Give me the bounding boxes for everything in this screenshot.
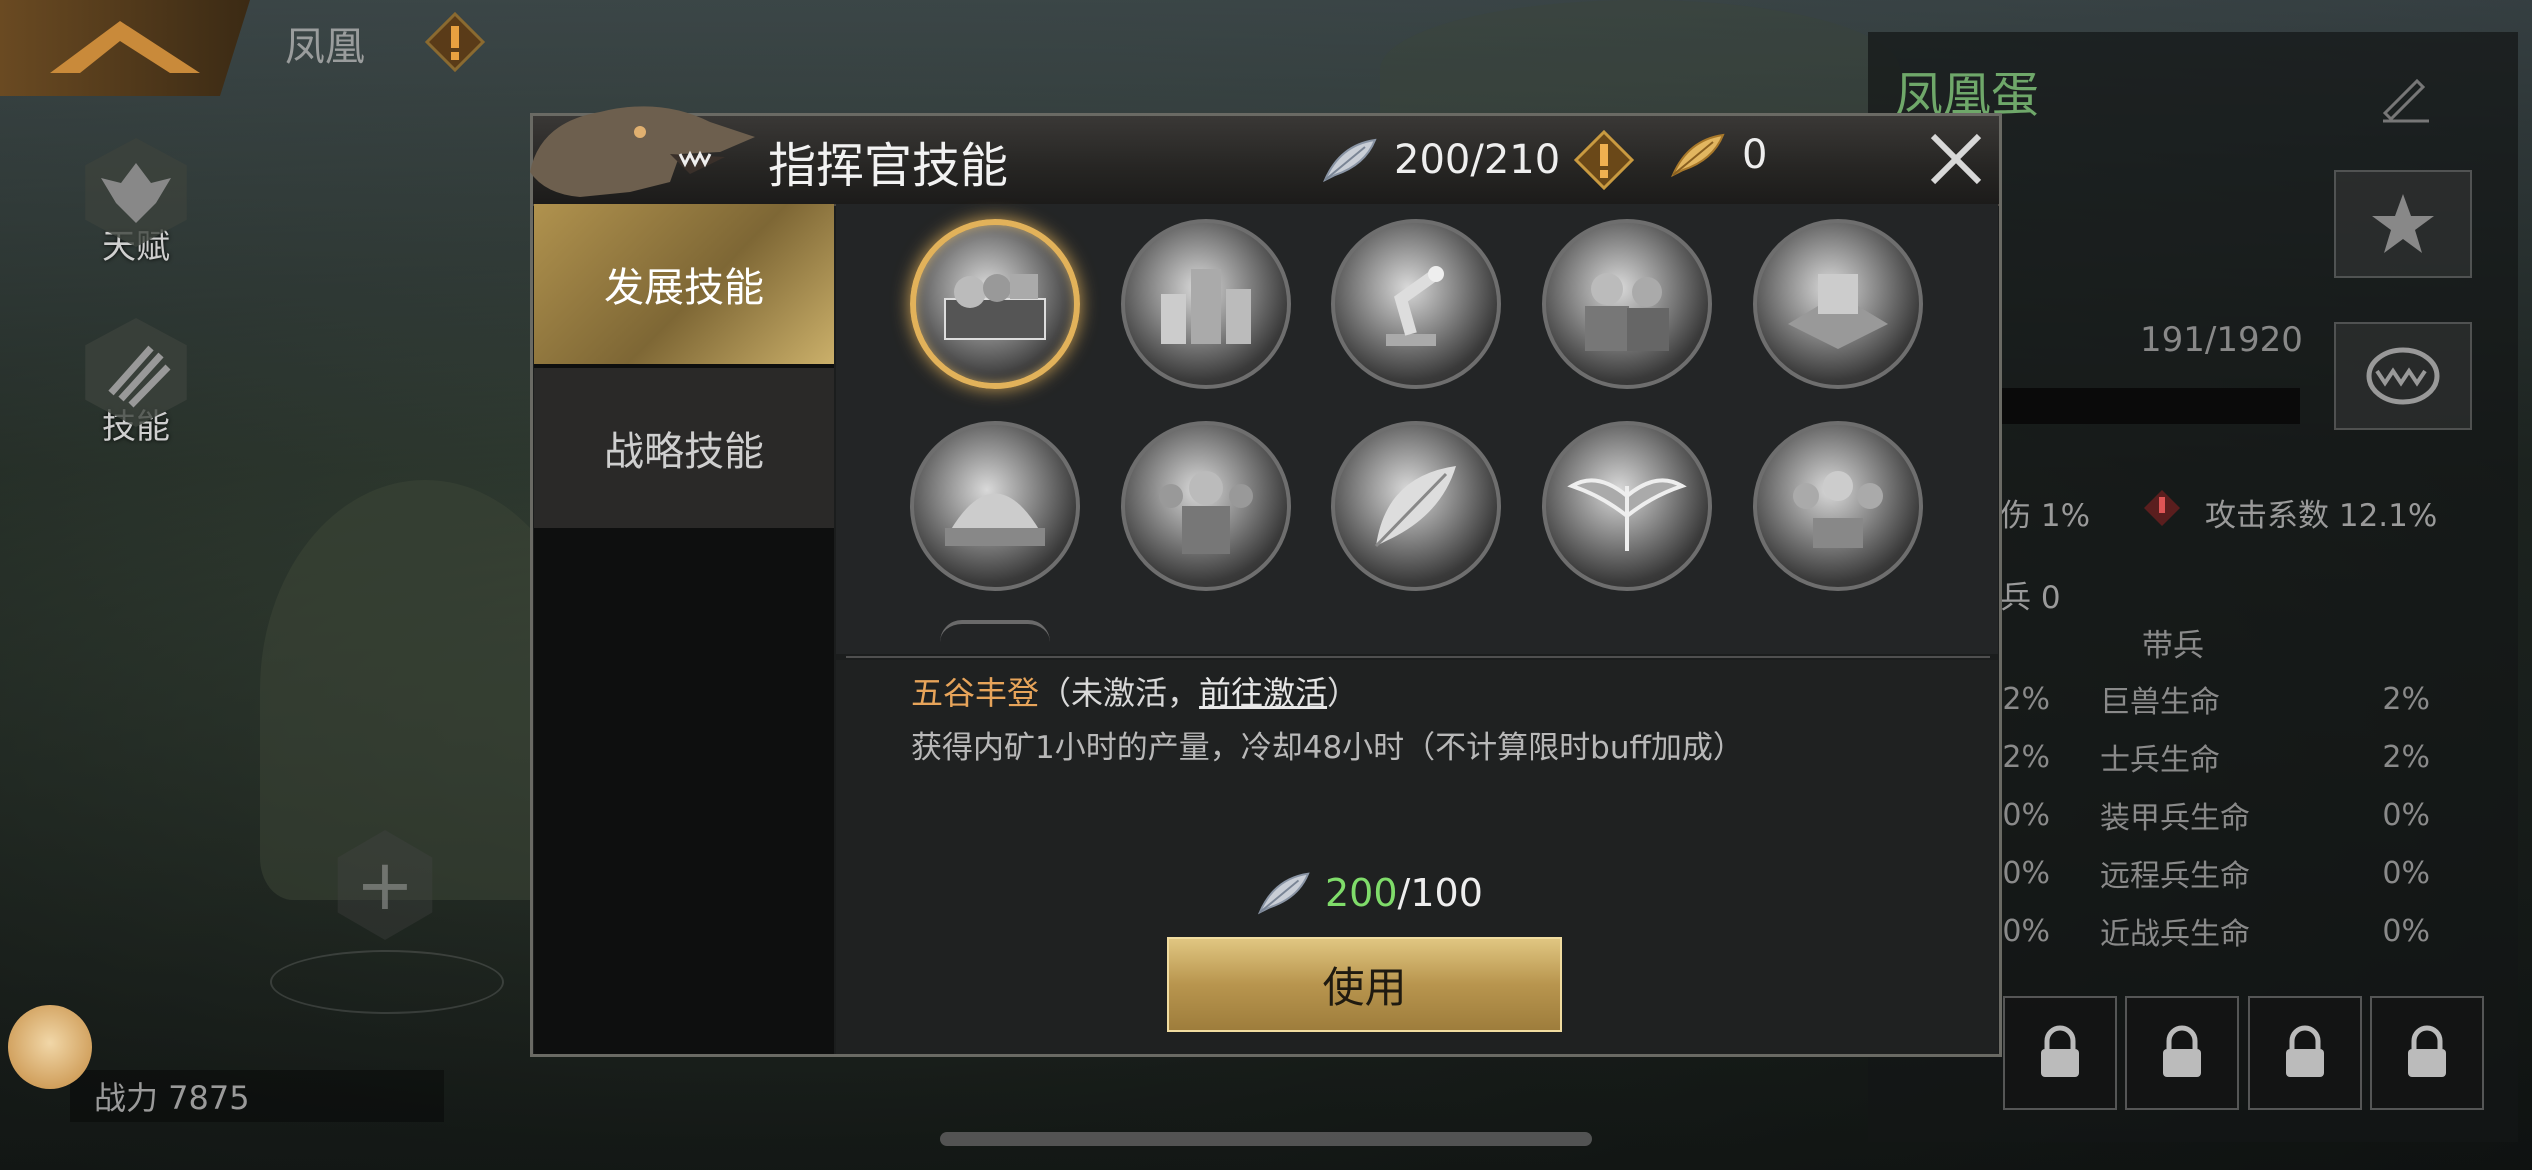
close-icon[interactable]	[1925, 128, 1987, 190]
star-lightning-icon	[2372, 194, 2434, 253]
skill-phoenix-wings[interactable]	[1542, 421, 1712, 591]
padlock-icon	[2163, 1025, 2201, 1077]
locked-slot[interactable]	[2248, 996, 2362, 1110]
platform-ring	[270, 950, 504, 1014]
skill-partial-next-row	[940, 620, 1050, 642]
padlock-icon	[2408, 1025, 2446, 1077]
activate-link[interactable]: 前往激活	[1199, 668, 1327, 714]
dinosaur-head-icon	[530, 106, 755, 197]
back-arrow-icon	[50, 21, 200, 73]
skill-supply-crate[interactable]	[910, 219, 1080, 389]
silver-feather-resource: 200/210	[1320, 130, 1635, 190]
skill-name: 五谷丰登	[911, 674, 1040, 712]
skill-city-buildings[interactable]	[1121, 219, 1291, 389]
divider	[846, 656, 1990, 658]
padlock-icon	[2286, 1025, 2324, 1077]
attack-coefficient: 攻击系数 12.1%	[2205, 498, 2438, 534]
star-upgrade-button[interactable]	[2334, 170, 2472, 278]
cost-have: 200	[1325, 871, 1398, 915]
beast-jaw-icon	[2366, 347, 2440, 405]
skill-description: 获得内矿1小时的产量，冷却48小时（不计算限时buff加成）	[911, 730, 1744, 766]
skill-cost: 200/100	[1255, 868, 1483, 918]
beast-roar-button[interactable]	[2334, 322, 2472, 430]
skill-soldiers-pair[interactable]	[1542, 219, 1712, 389]
silver-feather-icon	[1257, 872, 1310, 915]
commander-team-icon	[1793, 471, 1883, 548]
locked-slot[interactable]	[2125, 996, 2239, 1110]
warning-diamond-icon[interactable]	[425, 12, 485, 72]
gold-feather-count: 0	[1742, 132, 1768, 178]
skill-feather[interactable]	[1331, 421, 1501, 591]
dialog-title: 指挥官技能	[768, 138, 1009, 194]
skill-armed-squad[interactable]	[1121, 421, 1291, 591]
supply-crate-icon	[944, 274, 1046, 340]
home-indicator[interactable]	[940, 1132, 1592, 1146]
feather-icon	[1374, 466, 1456, 548]
tab-strategy-skills[interactable]: 战略技能	[534, 368, 834, 528]
info-diamond-icon[interactable]	[1574, 130, 1635, 190]
table-row: 0% 远程兵生命 0%	[2002, 855, 2430, 895]
table-row: 2% 士兵生命 2%	[2002, 739, 2430, 779]
skill-commander-team[interactable]	[1753, 421, 1923, 591]
city-buildings-icon	[1161, 269, 1251, 344]
cat-assistant-avatar[interactable]	[8, 1005, 92, 1089]
troop-count: 兵 0	[2000, 580, 2061, 616]
locked-slot[interactable]	[2003, 996, 2117, 1110]
skill-side-button[interactable]: 技能	[76, 318, 196, 448]
table-row: 0% 装甲兵生命 0%	[2002, 797, 2430, 837]
skill-robot-arm[interactable]	[1331, 219, 1501, 389]
attack-warning-icon	[2144, 490, 2180, 526]
use-button[interactable]: 使用	[1167, 937, 1562, 1032]
skill-state-open: （未激活，	[1039, 674, 1200, 712]
silver-feather-count: 200/210	[1394, 137, 1561, 183]
phoenix-wings-icon	[1567, 478, 1687, 551]
tab-development-skills[interactable]: 发展技能	[534, 204, 834, 364]
progress-bar	[1990, 388, 2300, 424]
padlock-icon	[2041, 1025, 2079, 1077]
gold-feather-icon	[1671, 133, 1725, 178]
skill-title-line: 五谷丰登 （未激活， 前往激活 ）	[911, 668, 1359, 714]
skill-dome-shield[interactable]	[910, 421, 1080, 591]
progress-count: 191/1920	[2140, 320, 2303, 360]
eagle-emblem-icon	[85, 138, 187, 247]
table-row: 2% 巨兽生命 2%	[2002, 681, 2430, 721]
cost-need: /100	[1397, 871, 1483, 915]
claw-slash-icon	[85, 318, 187, 427]
factory-building-icon	[1788, 274, 1888, 349]
locked-slot[interactable]	[2370, 996, 2484, 1110]
dome-shield-icon	[945, 493, 1045, 546]
armed-squad-icon	[1159, 471, 1253, 554]
silver-feather-icon	[1323, 138, 1377, 183]
edit-pencil-icon[interactable]	[2375, 65, 2435, 125]
skill-factory-building[interactable]	[1753, 219, 1923, 389]
talent-button[interactable]: 天赋	[76, 138, 196, 268]
plus-icon: +	[355, 844, 415, 926]
troop-header: 带兵	[2142, 628, 2204, 664]
soldiers-pair-icon	[1585, 273, 1669, 351]
robot-arm-icon	[1386, 266, 1444, 346]
skill-state-close: ）	[1327, 674, 1360, 712]
damage-stat: 伤 1%	[2000, 498, 2091, 534]
gold-feather-resource: 0	[1668, 130, 1767, 180]
table-row: 0% 近战兵生命 0%	[2002, 913, 2430, 953]
combat-power: 战力 7875	[70, 1070, 444, 1122]
hero-name: 凤凰	[285, 24, 365, 70]
skill-category-tabs: 发展技能 战略技能	[534, 204, 834, 1054]
back-button[interactable]	[0, 0, 250, 96]
troop-stat-table: 2% 巨兽生命 2% 2% 士兵生命 2% 0% 装甲兵生命 0% 0% 远程兵生命 0% 0%…	[1960, 670, 2480, 960]
